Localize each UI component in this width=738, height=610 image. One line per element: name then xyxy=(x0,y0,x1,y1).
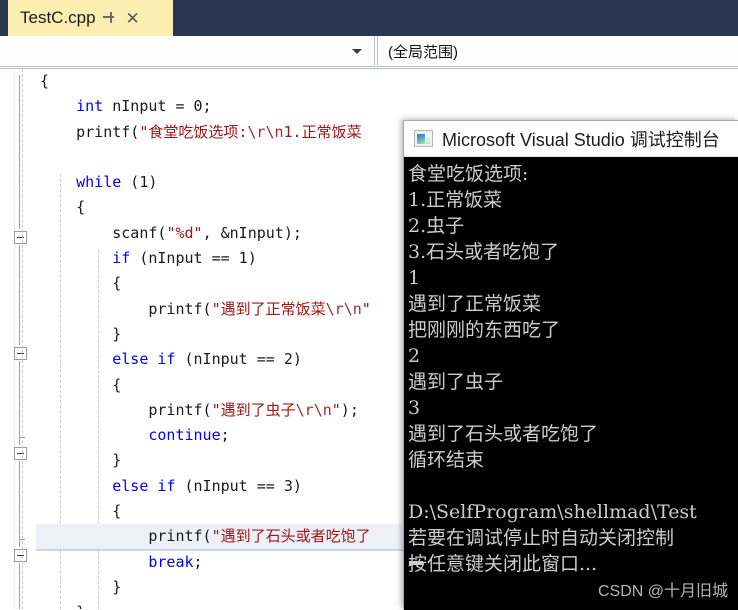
code-token-plain: (nInput == 2) xyxy=(175,350,302,369)
code-token-kw: else xyxy=(112,476,149,495)
code-token-plain: } xyxy=(40,451,122,470)
code-token-plain: nInput = 0; xyxy=(103,97,212,116)
console-title-bar[interactable]: Microsoft Visual Studio 调试控制台 xyxy=(404,121,738,157)
console-output-line: 遇到了正常饭菜 xyxy=(408,293,542,315)
code-token-plain: ; xyxy=(220,426,230,445)
console-output-line: D:\SelfProgram\shellmad\Test xyxy=(408,501,697,523)
collapse-box-elseif-2[interactable] xyxy=(14,447,27,460)
code-token-plain: } xyxy=(40,603,85,609)
console-output-line: 按任意键关闭此窗口... xyxy=(408,553,598,575)
code-token-esc: \r\n xyxy=(247,122,284,141)
code-token-esc: \r\n xyxy=(295,400,332,419)
editor-navigation-bar: (全局范围) xyxy=(0,36,738,68)
code-token-plain: (nInput == 3) xyxy=(175,476,302,495)
code-token-kw: continue xyxy=(148,426,221,445)
code-token-str: " xyxy=(361,299,371,318)
code-token-plain: printf( xyxy=(40,527,212,546)
console-output-area[interactable]: 食堂吃饭选项: 1.正常饭菜 2.虫子 3.石头或者吃饱了 1 遇到了正常饭菜 把刚刚的东西… xyxy=(404,157,738,610)
collapse-box-if[interactable] xyxy=(14,347,27,360)
code-token-plain: (nInput == 1) xyxy=(130,249,257,268)
code-token-str: "遇到了石头或者吃饱了 xyxy=(211,527,371,546)
console-output-line: 遇到了虫子 xyxy=(408,371,504,393)
console-output-line: 1.正常饭菜 xyxy=(408,189,503,211)
console-output-line: 3 xyxy=(408,397,421,419)
code-token-plain: printf( xyxy=(40,299,212,318)
outlining-margin[interactable] xyxy=(14,69,36,609)
code-token-plain: (1) xyxy=(121,173,158,192)
code-token-kw: int xyxy=(76,97,104,116)
outline-bar xyxy=(19,245,20,345)
console-output-line: 2.虫子 xyxy=(408,215,465,237)
code-token-esc: \r\n xyxy=(325,299,362,318)
console-output-line: 循环结束 xyxy=(408,449,485,471)
outline-bar xyxy=(19,563,20,609)
code-token-kw: if xyxy=(112,249,131,268)
code-token-str: "%d" xyxy=(166,223,203,242)
csdn-watermark: CSDN @十月旧城 xyxy=(597,583,728,600)
console-title-text: Microsoft Visual Studio 调试控制台 xyxy=(442,129,720,150)
code-token-kw: else xyxy=(112,350,149,369)
indent-guide xyxy=(22,69,23,609)
code-token-str: "遇到了正常饭菜 xyxy=(211,299,326,318)
collapse-box-while[interactable] xyxy=(14,231,27,244)
editor-indicator-margin[interactable] xyxy=(0,69,15,609)
global-scope-value: (全局范围) xyxy=(388,43,458,61)
debug-console-window[interactable]: Microsoft Visual Studio 调试控制台 食堂吃饭选项: 1.正… xyxy=(403,120,738,610)
code-line[interactable]: int nInput = 0; xyxy=(36,94,738,119)
code-token-str: 1.正常饭菜 xyxy=(283,122,362,141)
outline-bar xyxy=(19,461,20,547)
code-token-kw: while xyxy=(76,173,122,192)
code-token-plain: { xyxy=(40,198,86,217)
editor-tab-strip: TestC.cpp ✕ xyxy=(0,0,738,36)
code-token-plain: } xyxy=(40,324,122,343)
code-token-plain: { xyxy=(40,375,122,394)
code-token-plain: ); xyxy=(340,400,359,419)
code-token-plain: } xyxy=(40,577,122,596)
code-token-plain: scanf( xyxy=(40,223,167,242)
console-output-line: 若要在调试停止时自动关闭控制 xyxy=(408,527,675,549)
code-token-plain: printf( xyxy=(40,400,212,419)
code-token-plain: { xyxy=(40,274,122,293)
code-token-str: "遇到了虫子 xyxy=(211,400,296,419)
console-output-line: 食堂吃饭选项: xyxy=(408,163,529,185)
tab-testc-cpp[interactable]: TestC.cpp ✕ xyxy=(8,0,173,36)
code-line[interactable]: { xyxy=(36,69,738,94)
chevron-down-icon[interactable] xyxy=(352,48,362,54)
code-token-str: "食堂吃饭选项: xyxy=(139,122,248,141)
close-icon[interactable]: ✕ xyxy=(122,7,144,29)
console-output-line: 2 xyxy=(408,345,421,367)
outline-bar xyxy=(19,361,20,445)
console-output-line: 1 xyxy=(408,267,421,289)
visual-studio-window: TestC.cpp ✕ (全局范围) {int nInput = 0; pri… xyxy=(0,0,738,610)
pin-icon[interactable] xyxy=(98,7,120,29)
code-token-plain: { xyxy=(40,72,50,90)
global-scope-dropdown[interactable]: (全局范围) xyxy=(377,36,738,67)
console-output-line: 3.石头或者吃饱了 xyxy=(408,241,560,263)
code-token-plain: { xyxy=(40,502,122,521)
code-token-plain: , &nInput); xyxy=(202,223,302,242)
code-token-kw: break xyxy=(148,552,194,571)
code-token-plain: ; xyxy=(193,552,203,571)
tab-label: TestC.cpp xyxy=(20,8,96,27)
member-scope-dropdown[interactable] xyxy=(0,36,375,67)
collapse-box-elseif-3[interactable] xyxy=(14,549,27,562)
console-output-line: 把刚刚的东西吃了 xyxy=(408,319,561,341)
code-token-str: " xyxy=(331,400,341,419)
console-cursor xyxy=(409,561,423,565)
code-token-plain: printf( xyxy=(40,122,140,141)
console-output-line: 遇到了石头或者吃饱了 xyxy=(408,423,599,445)
outline-bar xyxy=(19,75,20,229)
visual-studio-console-icon xyxy=(414,130,433,147)
code-token-kw: if xyxy=(157,350,176,369)
code-token-kw: if xyxy=(157,476,176,495)
